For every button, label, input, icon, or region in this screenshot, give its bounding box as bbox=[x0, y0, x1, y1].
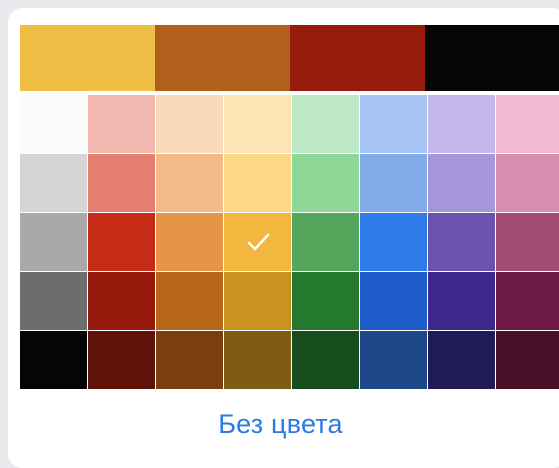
color-swatch-r5-c1[interactable] bbox=[20, 331, 87, 389]
color-swatch-r1-c8[interactable] bbox=[496, 95, 559, 153]
color-swatch-r5-c6[interactable] bbox=[360, 331, 427, 389]
color-swatch-r2-c8[interactable] bbox=[496, 154, 559, 212]
color-swatch-r1-c6[interactable] bbox=[360, 95, 427, 153]
color-swatch-r4-c1[interactable] bbox=[20, 272, 87, 330]
color-swatch-r4-c7[interactable] bbox=[428, 272, 495, 330]
color-swatch-r3-c3[interactable] bbox=[156, 213, 223, 271]
color-swatch-r2-c1[interactable] bbox=[20, 154, 87, 212]
color-swatch-r1-c2[interactable] bbox=[88, 95, 155, 153]
color-swatch-r3-c1[interactable] bbox=[20, 213, 87, 271]
color-swatch-r5-c7[interactable] bbox=[428, 331, 495, 389]
color-swatch-r3-c6[interactable] bbox=[360, 213, 427, 271]
recent-swatch-black[interactable] bbox=[425, 25, 559, 91]
color-swatch-r3-c7[interactable] bbox=[428, 213, 495, 271]
color-swatch-r2-c4[interactable] bbox=[224, 154, 291, 212]
color-swatch-r3-c4[interactable] bbox=[224, 213, 291, 271]
recent-swatch-dark-red[interactable] bbox=[290, 25, 425, 91]
color-swatch-r5-c4[interactable] bbox=[224, 331, 291, 389]
color-swatch-r5-c3[interactable] bbox=[156, 331, 223, 389]
color-swatch-r2-c5[interactable] bbox=[292, 154, 359, 212]
color-swatch-r3-c8[interactable] bbox=[496, 213, 559, 271]
recent-swatch-yellow[interactable] bbox=[20, 25, 155, 91]
color-swatch-r1-c7[interactable] bbox=[428, 95, 495, 153]
color-swatch-r4-c3[interactable] bbox=[156, 272, 223, 330]
color-swatch-r1-c4[interactable] bbox=[224, 95, 291, 153]
color-swatch-r3-c2[interactable] bbox=[88, 213, 155, 271]
recent-swatch-amber-brown[interactable] bbox=[155, 25, 290, 91]
checkmark-icon bbox=[241, 225, 275, 259]
color-swatch-r2-c3[interactable] bbox=[156, 154, 223, 212]
color-swatch-r2-c2[interactable] bbox=[88, 154, 155, 212]
color-swatch-r5-c5[interactable] bbox=[292, 331, 359, 389]
color-swatch-r4-c2[interactable] bbox=[88, 272, 155, 330]
color-swatch-r1-c3[interactable] bbox=[156, 95, 223, 153]
color-swatch-r2-c7[interactable] bbox=[428, 154, 495, 212]
color-picker-panel: Без цвета bbox=[8, 8, 559, 468]
color-swatch-r4-c4[interactable] bbox=[224, 272, 291, 330]
color-swatch-r5-c8[interactable] bbox=[496, 331, 559, 389]
color-swatch-r1-c1[interactable] bbox=[20, 95, 87, 153]
color-swatch-r1-c5[interactable] bbox=[292, 95, 359, 153]
no-color-button[interactable]: Без цвета bbox=[8, 409, 553, 440]
recent-colors-row bbox=[20, 25, 559, 91]
color-swatch-r3-c5[interactable] bbox=[292, 213, 359, 271]
color-swatch-r4-c5[interactable] bbox=[292, 272, 359, 330]
color-swatch-r4-c6[interactable] bbox=[360, 272, 427, 330]
color-swatch-r4-c8[interactable] bbox=[496, 272, 559, 330]
color-swatch-r2-c6[interactable] bbox=[360, 154, 427, 212]
color-palette-grid bbox=[20, 95, 559, 390]
color-swatch-r5-c2[interactable] bbox=[88, 331, 155, 389]
